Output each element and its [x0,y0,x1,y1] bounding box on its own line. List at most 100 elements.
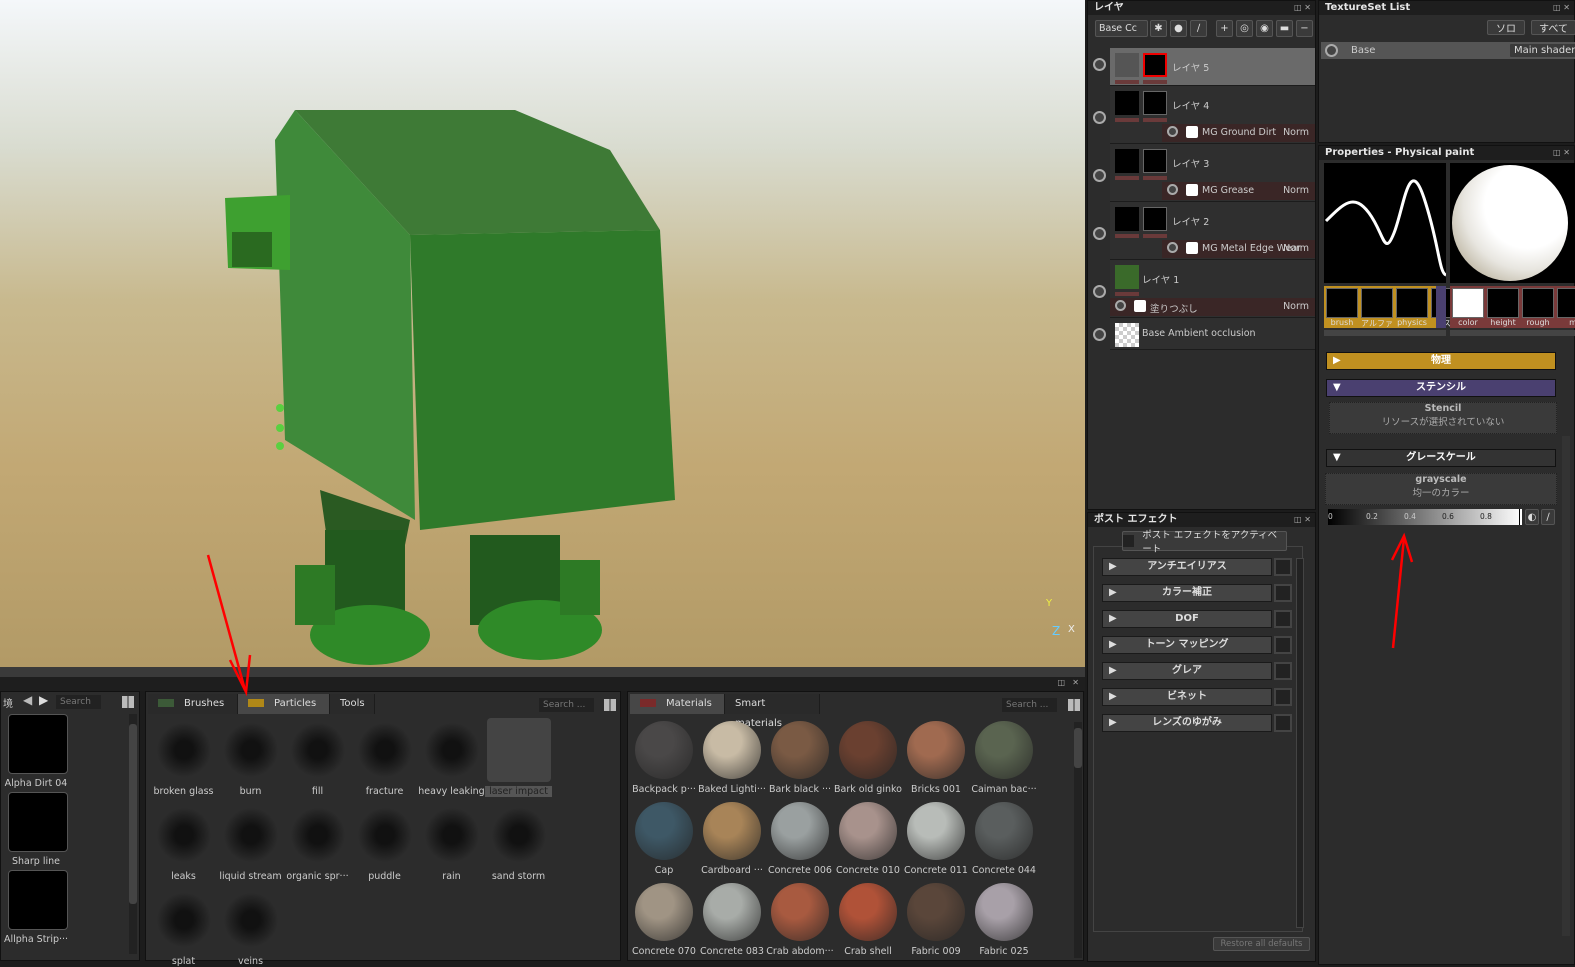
activate-post-effects-toggle[interactable]: ポスト エフェクトをアクティベート [1122,530,1287,555]
particle-item[interactable]: puddle [351,803,418,882]
add-folder-icon[interactable]: ▬ [1276,20,1293,37]
shelf-left-search[interactable]: Search ... [56,695,101,721]
particle-item[interactable]: broken glass [150,718,217,797]
material-item[interactable]: Concrete 083 [698,880,766,957]
add-mask-icon[interactable]: ◎ [1236,20,1253,37]
material-item[interactable]: Baked Lighti··· [698,718,766,795]
material-item[interactable]: Crab abdom··· [766,880,834,957]
add-effect-icon[interactable]: ◉ [1256,20,1273,37]
undock-icon[interactable]: ◫ [1057,678,1065,687]
visibility-toggle[interactable] [1093,58,1106,71]
material-item[interactable]: Fabric 009 [902,880,970,957]
post-effect-section[interactable]: ▶ カラー補正 [1102,584,1272,602]
tab-environment[interactable]: 境 [3,695,13,710]
effect-row[interactable]: 塗りつぶし Norm [1110,298,1315,316]
slot-0[interactable]: color [1452,288,1484,328]
visibility-toggle[interactable] [1093,285,1106,298]
post-effect-section[interactable]: ▶ ビネット [1102,688,1272,706]
add-paint-effect-icon[interactable]: ✱ [1150,20,1167,37]
enable-checkbox[interactable] [1274,714,1292,732]
shelf-materials-search[interactable]: Search ... [1002,698,1057,712]
solo-button[interactable]: ソロ [1487,20,1525,35]
physics-section[interactable]: ▶ 物理 [1326,352,1556,370]
visibility-radio[interactable] [1325,44,1338,57]
layer-row[interactable]: レイヤ 1 塗りつぶし Norm [1093,260,1315,318]
visibility-toggle[interactable] [1093,328,1106,341]
post-effect-section[interactable]: ▶ アンチエイリアス [1102,558,1272,576]
particle-item[interactable]: fracture [351,718,418,797]
mask-thumbnail[interactable] [1143,149,1167,173]
layer-row[interactable]: レイヤ 5 [1093,48,1315,86]
particle-item[interactable]: splat [150,888,217,967]
close-icon[interactable]: ◫ ✕ [1294,1,1311,15]
effect-row[interactable]: MG Grease Norm [1162,182,1315,200]
restore-defaults-button[interactable]: Restore all defaults [1213,937,1310,951]
tab-smart-materials[interactable]: Smart materials [725,694,820,729]
add-layer-icon[interactable]: + [1216,20,1233,37]
layer-row[interactable]: レイヤ 2 MG Metal Edge Wear Norm [1093,202,1315,260]
close-icon[interactable]: ◫ ✕ [1553,1,1570,15]
tab-particles[interactable]: Particles [238,694,330,714]
post-effect-section[interactable]: ▶ DOF [1102,610,1272,628]
eyedropper-icon[interactable]: ∕ [1541,509,1555,525]
stencil-section[interactable]: ▼ ステンシル [1326,379,1556,397]
brush-icon[interactable]: ∕ [1190,20,1207,37]
texture-set-row[interactable]: Base Main shader [1321,42,1575,59]
prev-arrow-icon[interactable]: ◀ [23,693,32,707]
particle-item[interactable]: veins [217,888,284,967]
particle-item[interactable]: burn [217,718,284,797]
mask-thumbnail[interactable] [1143,53,1167,77]
blend-mode[interactable]: Norm [1283,301,1309,312]
close-icon[interactable]: ✕ [1072,678,1079,687]
scrollbar[interactable] [1450,330,1575,336]
particle-item[interactable]: rain [418,803,485,882]
slot-1[interactable]: アルファ [1361,288,1393,328]
close-icon[interactable]: ◫ ✕ [1294,513,1311,527]
sphere-picker-icon[interactable]: ◐ [1525,509,1539,525]
stencil-slot[interactable]: Stencil リソースが選択されていない [1329,402,1557,434]
add-fill-icon[interactable]: ● [1170,20,1187,37]
material-item[interactable]: Bricks 001 [902,718,970,795]
material-item[interactable]: Backpack p··· [630,718,698,795]
visibility-toggle[interactable] [1093,227,1106,240]
grid-view-icon[interactable] [604,699,616,711]
slot-2[interactable]: physics [1396,288,1428,328]
scrollbar[interactable] [129,714,137,954]
blend-mode[interactable]: Norm [1283,243,1309,254]
grid-view-icon[interactable] [122,696,134,708]
3d-viewport[interactable]: Y Z X [0,0,1085,667]
close-icon[interactable]: ◫ ✕ [1553,146,1570,160]
blend-mode[interactable]: Norm [1283,185,1309,196]
visibility-toggle[interactable] [1093,111,1106,124]
tab-materials[interactable]: Materials [630,694,725,714]
material-item[interactable]: Concrete 011 [902,799,970,876]
enable-checkbox[interactable] [1274,636,1292,654]
material-item[interactable]: Concrete 006 [766,799,834,876]
blend-mode[interactable]: Norm [1283,127,1309,138]
enable-checkbox[interactable] [1274,688,1292,706]
particle-item[interactable]: organic spr··· [284,803,351,882]
material-item[interactable]: Bark black ··· [766,718,834,795]
material-item[interactable]: Crab shell [834,880,902,957]
effect-visibility-toggle[interactable] [1167,242,1178,253]
post-effect-section[interactable]: ▶ レンズのゆがみ [1102,714,1272,732]
particle-item[interactable]: heavy leaking [418,718,485,797]
mask-thumbnail[interactable] [1143,207,1167,231]
shelf-splitter[interactable] [0,667,1085,677]
particle-item[interactable]: leaks [150,803,217,882]
enable-checkbox[interactable] [1274,558,1292,576]
shelf-mid-search[interactable]: Search ... [539,698,594,712]
slot-3[interactable]: m [1557,288,1575,328]
delete-layer-icon[interactable]: − [1296,20,1313,37]
tab-brushes[interactable]: Brushes [148,694,238,714]
material-item[interactable]: Cap [630,799,698,876]
channel-select[interactable]: Base Cc [1092,20,1148,37]
post-effect-section[interactable]: ▶ グレア [1102,662,1272,680]
enable-checkbox[interactable] [1274,584,1292,602]
tab-tools[interactable]: Tools [330,694,375,714]
shelf-item[interactable]: Sharp line [4,792,68,867]
particle-item[interactable]: laser impact [485,718,552,797]
effect-visibility-toggle[interactable] [1115,300,1126,311]
shelf-item[interactable]: Alpha Dirt 04 [4,714,68,789]
material-item[interactable]: Concrete 044 [970,799,1038,876]
